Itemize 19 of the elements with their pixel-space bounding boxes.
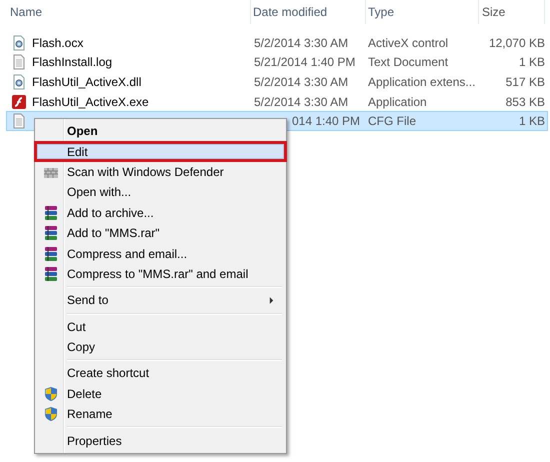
type-cell-text: Application [367,94,428,109]
size-cell-text: 1 KB [518,55,545,70]
type-cell-text: Application extens... [367,74,476,89]
type-cell-text: Text Document [367,55,450,70]
date-cell-text: 5/2/2014 3:30 AM [253,36,350,50]
file-name: Flash.ocx [32,36,84,50]
size-cell-text: 853 KB [504,94,545,109]
size-cell-text: 1 KB [518,114,545,128]
file-name: FlashUtil_ActiveX.exe [32,94,149,109]
file-name: FlashInstall.log [32,55,112,70]
date-cell-text: 5/2/2014 3:30 AM [253,74,350,89]
date-cell-text: 5/21/2014 1:40 PM [253,55,356,70]
file-name: FlashUtil_ActiveX.dll [32,74,142,89]
date-cell-text: 014 1:40 PM [291,114,362,128]
size-cell-text: 12,070 KB [488,36,545,50]
date-cell-text: 5/2/2014 3:30 AM [253,94,350,109]
type-cell-text: CFG File [367,114,417,128]
type-cell-text: ActiveX control [367,36,450,50]
size-cell-text: 517 KB [504,74,545,89]
